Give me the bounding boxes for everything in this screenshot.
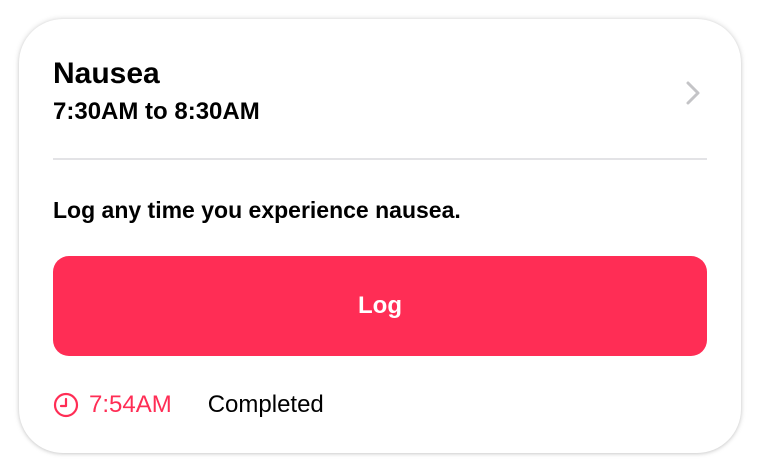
task-time-range: 7:30AM to 8:30AM	[53, 98, 260, 125]
divider	[53, 158, 707, 160]
task-card: Nausea 7:30AM to 8:30AM Log any time you…	[19, 19, 741, 453]
task-title: Nausea	[53, 57, 160, 90]
completed-time: 7:54AM	[89, 391, 172, 418]
task-description: Log any time you experience nausea.	[53, 197, 461, 223]
task-header[interactable]: Nausea 7:30AM to 8:30AM	[53, 55, 707, 159]
task-footer: 7:54AM Completed	[53, 389, 324, 421]
status-label: Completed	[207, 391, 324, 418]
clock-icon	[53, 392, 79, 418]
chevron-right-icon[interactable]	[683, 79, 703, 107]
log-button[interactable]: Log	[53, 256, 707, 356]
